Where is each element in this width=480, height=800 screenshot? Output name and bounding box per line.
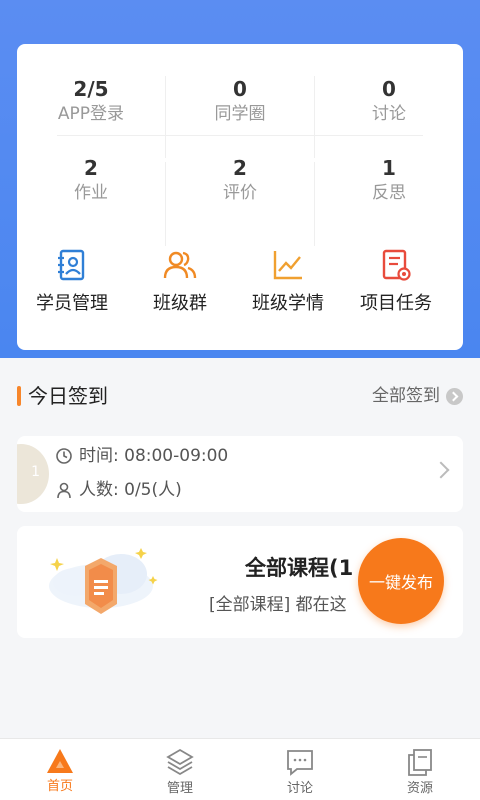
tab-manage[interactable]: 管理 bbox=[140, 747, 220, 797]
stat-label: APP登录 bbox=[57, 104, 125, 124]
stat-classmate-circle[interactable]: 0 同学圈 bbox=[166, 76, 314, 126]
bottom-tab-bar: 首页 管理 讨论 资源 bbox=[0, 738, 480, 800]
divider bbox=[314, 76, 315, 158]
checkin-card[interactable]: 1 时间: 08:00-09:00 人数: 0/5(人) bbox=[17, 436, 463, 512]
today-checkin-header: 今日签到 全部签到 bbox=[17, 382, 463, 410]
tab-discussion[interactable]: 讨论 bbox=[260, 747, 340, 797]
checkin-time: 时间: 08:00-09:00 bbox=[79, 446, 229, 466]
stat-label: 作业 bbox=[74, 183, 108, 203]
quick-student-management[interactable]: 学员管理 bbox=[17, 248, 127, 316]
quick-label: 学员管理 bbox=[36, 293, 108, 314]
files-icon bbox=[408, 749, 432, 776]
clock-icon bbox=[56, 448, 72, 464]
quick-class-analytics[interactable]: 班级学情 bbox=[233, 248, 343, 316]
stat-discussion[interactable]: 0 讨论 bbox=[315, 76, 463, 126]
stat-app-login[interactable]: 2/5 APP登录 bbox=[17, 76, 165, 126]
task-settings-icon bbox=[382, 249, 411, 281]
contact-book-icon bbox=[58, 249, 85, 281]
stat-value: 2 bbox=[84, 156, 98, 180]
stat-value: 1 bbox=[382, 156, 396, 180]
stat-value: 2 bbox=[233, 156, 247, 180]
all-checkin-label: 全部签到 bbox=[372, 386, 440, 406]
course-subtitle: [全部课程] 都在这 bbox=[209, 595, 347, 615]
divider bbox=[165, 76, 166, 158]
quick-label: 项目任务 bbox=[360, 293, 432, 314]
stat-label: 同学圈 bbox=[214, 104, 266, 124]
section-accent-bar bbox=[17, 386, 21, 406]
quick-project-tasks[interactable]: 项目任务 bbox=[341, 248, 451, 316]
badge-number: 1 bbox=[31, 464, 40, 480]
tab-label: 管理 bbox=[166, 781, 193, 796]
tab-resources[interactable]: 资源 bbox=[380, 747, 460, 797]
stat-label: 评价 bbox=[223, 183, 257, 203]
chat-icon bbox=[287, 750, 313, 776]
person-icon bbox=[57, 482, 71, 499]
stat-label: 反思 bbox=[372, 183, 406, 203]
line-chart-icon bbox=[273, 251, 302, 280]
course-title: 全部课程(1 bbox=[245, 556, 354, 580]
chevron-right-icon bbox=[432, 461, 450, 479]
divider bbox=[57, 135, 423, 136]
checkin-count-row: 人数: 0/5(人) bbox=[55, 478, 182, 502]
layers-icon bbox=[166, 748, 194, 776]
group-users-icon bbox=[163, 251, 197, 279]
checkin-count: 人数: 0/5(人) bbox=[79, 480, 182, 500]
stat-evaluation[interactable]: 2 评价 bbox=[166, 155, 314, 205]
stat-homework[interactable]: 2 作业 bbox=[17, 155, 165, 205]
course-illustration-icon bbox=[49, 548, 158, 614]
tab-label: 首页 bbox=[46, 779, 73, 794]
section-title: 今日签到 bbox=[28, 384, 108, 408]
tab-label: 资源 bbox=[406, 781, 433, 796]
quick-publish-button[interactable]: 一键发布 bbox=[358, 538, 444, 624]
quick-label: 班级学情 bbox=[252, 293, 324, 314]
stat-value: 0 bbox=[233, 77, 247, 101]
stat-value: 2/5 bbox=[73, 77, 109, 101]
checkin-time-row: 时间: 08:00-09:00 bbox=[55, 444, 228, 468]
checkin-index-badge: 1 bbox=[17, 444, 49, 504]
arrow-right-circle-icon bbox=[446, 387, 463, 405]
home-triangle-icon bbox=[47, 749, 73, 773]
quick-class-group[interactable]: 班级群 bbox=[125, 248, 235, 316]
stat-value: 0 bbox=[382, 77, 396, 101]
stats-card: 2/5 APP登录 0 同学圈 0 讨论 2 作业 2 评价 1 反思 学员管理 bbox=[17, 44, 463, 350]
divider bbox=[314, 162, 315, 246]
divider bbox=[165, 162, 166, 246]
stat-reflection[interactable]: 1 反思 bbox=[315, 155, 463, 205]
all-checkin-link[interactable]: 全部签到 bbox=[372, 382, 463, 410]
tab-home[interactable]: 首页 bbox=[20, 747, 100, 795]
stat-label: 讨论 bbox=[372, 104, 406, 124]
tab-label: 讨论 bbox=[286, 781, 313, 796]
quick-label: 班级群 bbox=[153, 293, 207, 314]
